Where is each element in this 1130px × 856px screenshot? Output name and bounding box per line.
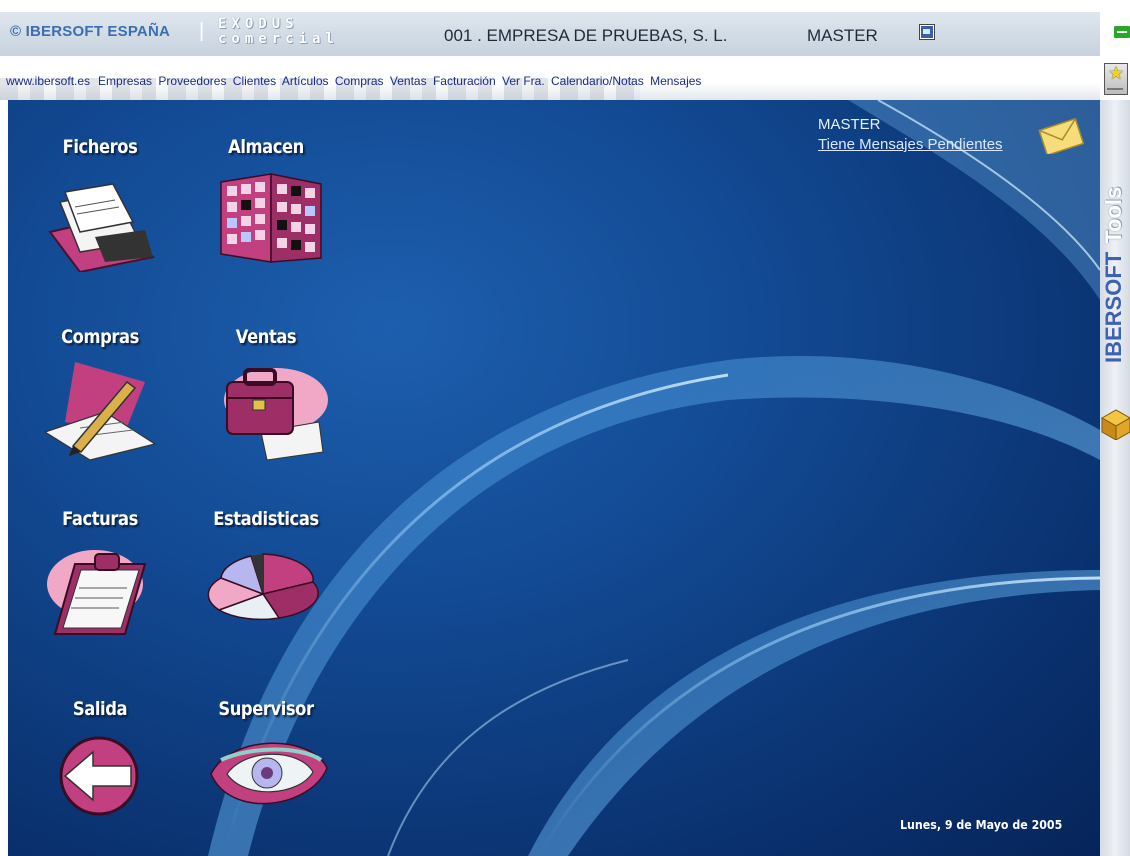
brand-separator: | <box>199 20 205 42</box>
pie-chart-icon <box>207 553 319 621</box>
tools-panel-title: IBERSOFT Tools <box>1101 143 1127 363</box>
message-user-label: MASTER <box>818 116 881 133</box>
briefcase-icon <box>224 368 328 461</box>
nav-site-link[interactable]: www.ibersoft.es <box>6 74 90 88</box>
minimize-button[interactable] <box>1114 26 1130 38</box>
estadisticas-tile[interactable]: Estadisticas <box>196 508 336 644</box>
nav-bar: www.ibersoft.es Empresas Proveedores Clie… <box>0 62 1100 100</box>
product-name-line1: EXODUS <box>218 16 299 32</box>
nav-link-empresas[interactable]: Empresas <box>98 74 152 88</box>
nav-link-ventas[interactable]: Ventas <box>390 74 427 88</box>
brand-logo: © IBERSOFT ESPAÑA <box>10 23 171 40</box>
nav-link-mensajes[interactable]: Mensajes <box>650 74 701 88</box>
clipboard-icon <box>47 550 147 635</box>
nav-link-articulos[interactable]: Artículos <box>282 74 329 88</box>
envelope-icon[interactable] <box>1038 118 1084 154</box>
warehouse-building-icon <box>220 173 322 263</box>
facturas-label: Facturas <box>62 508 138 530</box>
pending-messages-link[interactable]: Tiene Mensajes Pendientes <box>818 136 1003 153</box>
nav-link-compras[interactable]: Compras <box>335 74 384 88</box>
ventas-label: Ventas <box>235 326 297 348</box>
nav-link-clientes[interactable]: Clientes <box>233 74 276 88</box>
product-name-line2: comercial <box>218 31 339 47</box>
compras-label: Compras <box>61 326 139 348</box>
file-cabinet-icon <box>48 183 155 272</box>
tools-label: Tools <box>1101 186 1126 244</box>
toolbox-icon[interactable] <box>1100 400 1130 440</box>
product-logo: EXODUS comercial <box>218 17 342 51</box>
tools-brand-label: IBERSOFT <box>1101 251 1126 363</box>
compras-tile[interactable]: Compras <box>30 326 170 462</box>
favorites-star-icon[interactable] <box>1104 63 1128 95</box>
nav-link-calendario-notas[interactable]: Calendario/Notas <box>551 74 644 88</box>
background-swirl-decoration <box>208 100 1100 856</box>
tools-side-panel[interactable]: IBERSOFT Tools <box>1100 100 1130 856</box>
company-name: 001 . EMPRESA DE PRUEBAS, S. L. <box>444 26 728 45</box>
window-icon[interactable] <box>920 25 934 39</box>
nav-link-facturacion[interactable]: Facturación <box>433 74 496 88</box>
nav-links: www.ibersoft.es Empresas Proveedores Clie… <box>6 74 704 88</box>
estadisticas-label: Estadisticas <box>213 508 319 530</box>
nav-link-proveedores[interactable]: Proveedores <box>158 74 226 88</box>
main-desktop: Ficheros Almacen Compras Ventas Facturas… <box>8 100 1100 856</box>
nav-link-ver-fra[interactable]: Ver Fra. <box>502 74 545 88</box>
ficheros-label: Ficheros <box>62 136 138 158</box>
supervisor-tile[interactable]: Supervisor <box>196 698 336 824</box>
almacen-tile[interactable]: Almacen <box>196 136 336 272</box>
header-bar: © IBERSOFT ESPAÑA | EXODUS comercial 001… <box>0 12 1100 56</box>
current-date: Lunes, 9 de Mayo de 2005 <box>900 818 1063 832</box>
salida-label: Salida <box>72 698 128 720</box>
salida-tile[interactable]: Salida <box>30 698 170 824</box>
back-arrow-icon <box>59 736 139 816</box>
almacen-label: Almacen <box>228 136 304 158</box>
ventas-tile[interactable]: Ventas <box>196 326 336 462</box>
eye-icon <box>210 742 328 805</box>
supervisor-label: Supervisor <box>218 698 314 720</box>
facturas-tile[interactable]: Facturas <box>30 508 170 644</box>
ficheros-tile[interactable]: Ficheros <box>30 136 170 272</box>
current-user: MASTER <box>807 26 878 45</box>
pen-document-icon <box>43 362 157 461</box>
